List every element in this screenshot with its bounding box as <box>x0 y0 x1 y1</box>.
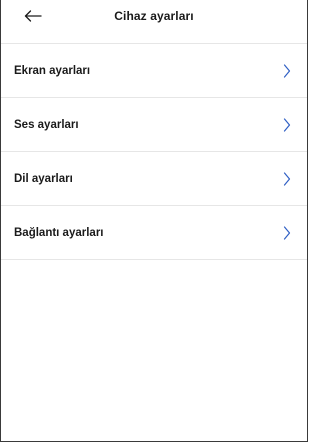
settings-item-label: Ses ayarları <box>14 118 79 131</box>
chevron-right-icon <box>281 63 293 79</box>
settings-item-language[interactable]: Dil ayarları <box>1 152 307 206</box>
device-settings-screen: Cihaz ayarları Ekran ayarları Ses ayarla… <box>0 0 308 442</box>
settings-item-connection[interactable]: Bağlantı ayarları <box>1 206 307 260</box>
chevron-right-icon <box>281 171 293 187</box>
settings-item-label: Bağlantı ayarları <box>14 226 104 239</box>
settings-item-display[interactable]: Ekran ayarları <box>1 44 307 98</box>
chevron-right-icon <box>281 225 293 241</box>
settings-item-label: Dil ayarları <box>14 172 73 185</box>
page-title: Cihaz ayarları <box>114 9 194 23</box>
app-header: Cihaz ayarları <box>1 0 307 44</box>
chevron-right-icon <box>281 117 293 133</box>
settings-item-label: Ekran ayarları <box>14 64 91 77</box>
settings-list: Ekran ayarları Ses ayarları Dil ayarları… <box>1 44 307 260</box>
settings-item-sound[interactable]: Ses ayarları <box>1 98 307 152</box>
